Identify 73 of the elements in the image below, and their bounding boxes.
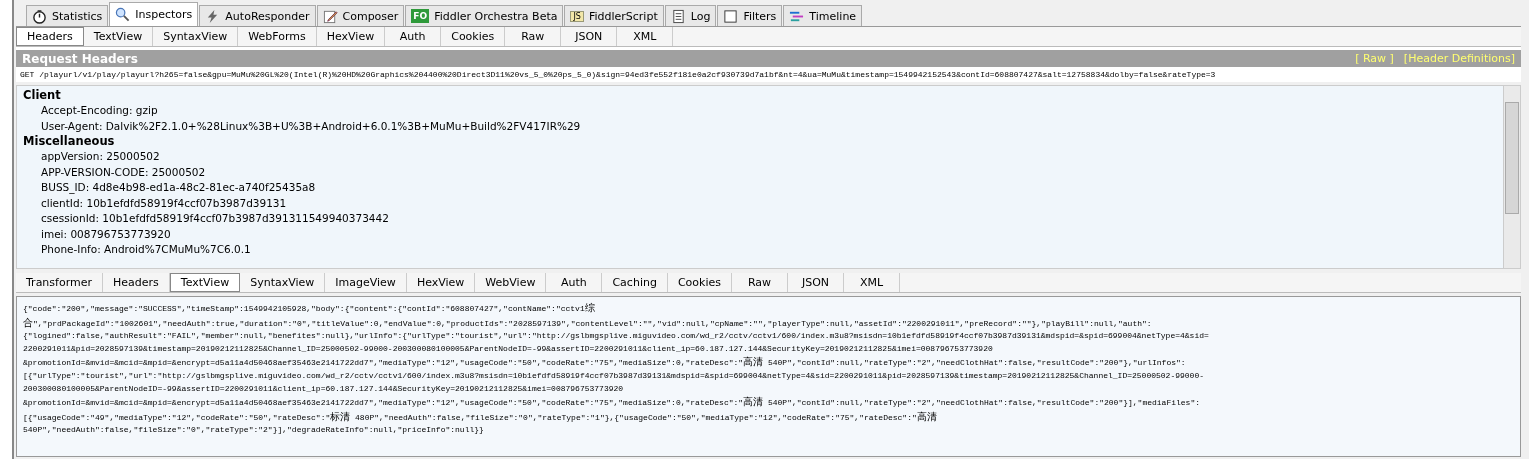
main-tab[interactable]: Timeline	[783, 5, 863, 26]
inspector-tab[interactable]: TextView	[169, 273, 241, 292]
main-tab[interactable]: Composer	[316, 5, 405, 26]
response-text-line: 合","prdPackageId":"1002601","needAuth":true,"duration":"0","titleValue":0,"endValue":0,"productIds":"2028597139","contentLevel":"","vid":null,"cpName":"","playerType":null,"assetId":"2200291011","preRecord":""},"playBill":null,"auth":	[23, 315, 1152, 330]
header-entry: Accept-Encoding: gzip	[40, 103, 159, 118]
inspector-tab[interactable]: WebForms	[238, 27, 317, 46]
scrollbar[interactable]	[1503, 86, 1520, 268]
header-entry: Phone-Info: Android%7CMuMu%7C6.0.1	[40, 242, 252, 257]
header-entry: appVersion: 25000502	[40, 149, 161, 164]
inspector-tab[interactable]: Caching	[602, 273, 668, 292]
document-icon	[670, 8, 686, 24]
inspector-tab[interactable]: Auth	[546, 273, 603, 292]
inspector-tab[interactable]: XML	[843, 273, 900, 292]
response-text-area[interactable]	[16, 296, 1521, 457]
header-group[interactable]: Miscellaneous	[23, 134, 1497, 149]
response-text-line: {"logined":false,"authResult":"FAIL","member":null,"benefites":null},"urlInfo":{"urlType":"tourist","url":"http://gslbmgsplive.miguvideo.com/wd_r2/cctv/cctv1/600/index.m3u8?msisdn=10b1efdfd58919f4ccf07b3987d39131&mdspid=&spid=699004&netType=4&sid=	[23, 330, 1209, 343]
tab-label: Statistics	[52, 9, 103, 23]
main-tab[interactable]: Filters	[717, 5, 783, 26]
response-text-line: &promotionId=&mvid=&mcid=&mpid=&encrypt=d5a11a4d50468aef35463e2141722dd7","mediaType":"12","usageCode":"50","codeRate":"75","mediaSize":0,"rateDesc":"高清 540P","contId":null,"rateType":"2","needClothHat":false,"resultCode":"200"}],"mediaFiles":	[23, 395, 1200, 410]
header-group[interactable]: Client	[23, 88, 1497, 103]
response-text-line: 540P","needAuth":false,"fileSize":"0","rateType":"2"}],"degradeRateInfo":null,"priceInfo":null}}	[23, 424, 484, 437]
response-text-line: {"code":"200","message":"SUCCESS","timeStamp":1549942105928,"body":{"content":{"contId":"608807427","contName":"cctv1综	[23, 301, 595, 315]
response-text-line: &promotionId=&mvid=&mcid=&mpid=&encrypt=d5a11a4d50468aef35463e2141722dd7","mediaType":"12","usageCode":"50","codeRate":"75","mediaSize":0,"rateDesc":"高清 540P","contId":null,"rateType":"2","needClothHat":false,"resultCode":"200"},"urlInfos":	[23, 355, 1186, 370]
inspector-tab[interactable]: Cookies	[667, 273, 732, 292]
inspector-tab[interactable]: HexView	[406, 273, 476, 292]
inspector-tab[interactable]: TextView	[83, 27, 154, 46]
main-tab[interactable]: FO Fiddler Orchestra Beta	[405, 5, 564, 26]
main-tab[interactable]: Statistics	[26, 5, 109, 26]
tab-label: Filters	[743, 9, 777, 23]
inspector-tab[interactable]: Auth	[385, 27, 442, 46]
tab-label: FiddlerScript	[588, 9, 658, 23]
section-title: Request Headers	[22, 51, 138, 66]
tab-label: Fiddler Orchestra Beta	[434, 9, 558, 23]
header-entry: imei: 008796753773920	[40, 226, 172, 242]
header-entry: csessionId: 10b1efdfd58919f4ccf07b3987d391311549940373442	[40, 211, 390, 226]
main-tab[interactable]: JS FiddlerScript	[564, 5, 664, 26]
header-entry: User-Agent: Dalvik%2F2.1.0+%28Linux%3B+U%3B+Android+6.0.1%3B+MuMu+Build%2FV417IR%29	[40, 118, 582, 134]
request-line: GET /playurl/v1/play/playurl?h265=false&gpu=MuMu%20GL%20(Intel(R)%20HD%20Graphics%204400%20Direct3D11%20vs_5_0%20ps_5_0)&sign=94ed3fe552f181e0a2cf930739d7a1bf&nt=4&ua=MuMu&timestamp=1549942152543&contId=608807427&salt=12758834&dolby=false&rateType=3	[19, 69, 1217, 81]
inspector-tab[interactable]: Cookies	[441, 27, 506, 46]
main-tab[interactable]: Inspectors	[109, 2, 199, 26]
tab-label: AutoResponder	[225, 9, 310, 23]
inspector-tab[interactable]: Headers	[103, 273, 170, 292]
inspector-tab[interactable]: ImageView	[325, 273, 407, 292]
orchestra-badge: FO	[411, 9, 430, 23]
inspector-tab[interactable]: WebView	[475, 273, 547, 292]
response-text-line: [{"usageCode":"49","mediaType":"12","codeRate":"50","rateDesc":"标清 480P","needAuth":false,"fileSize":"0","rateType":"1"},{"usageCode":"50","mediaType":"12","codeRate":"75","rateDesc":"高清	[23, 409, 937, 424]
inspector-tab[interactable]: HexView	[316, 27, 386, 46]
inspector-tab[interactable]: Transformer	[16, 273, 103, 292]
magnifier-icon	[115, 7, 131, 22]
stopwatch-icon	[32, 8, 47, 24]
checkbox-icon	[723, 8, 739, 24]
header-entry: BUSS_ID: 4d8e4b98-ed1a-48c2-81ec-a740f25435a8	[40, 180, 317, 196]
response-text-line: 2200291011&pid=2028597139&timestamp=20190212112825&Channel_ID=25000502-99000-200300080100005&ParentNodeID=-99&assertID=2200291011&client_ip=60.187.127.144&SecurityKey=20190212112825&imei=008796753773920	[23, 342, 993, 355]
tab-label: Log	[690, 9, 711, 23]
tab-label: Inspectors	[135, 8, 193, 21]
tab-label: Composer	[342, 9, 399, 23]
script-badge: JS	[570, 10, 584, 22]
inspector-tab[interactable]: Raw	[731, 273, 788, 292]
inspector-tab[interactable]: XML	[617, 27, 674, 46]
inspector-tab[interactable]: SyntaxView	[153, 27, 239, 46]
header-entry: clientId: 10b1efdfd58919f4ccf07b3987d39131	[40, 195, 288, 211]
pencil-icon	[322, 8, 338, 24]
inspector-tab[interactable]: SyntaxView	[240, 273, 326, 292]
inspector-tab[interactable]: JSON	[787, 273, 844, 292]
header-entry: APP-VERSION-CODE: 25000502	[40, 164, 207, 180]
inspector-tab[interactable]: Raw	[505, 27, 562, 46]
response-text-line: 200300080100005&ParentNodeID=-99&assertID=2200291011&client_ip=60.187.127.144&SecurityKey=20190212112825&imei=008796753773920	[23, 382, 624, 395]
main-tab[interactable]: AutoResponder	[199, 5, 316, 26]
inspector-tab[interactable]: Headers	[16, 27, 84, 46]
response-text-line: [{"urlType":"tourist","url":"http://gslbmgsplive.miguvideo.com/wd_r2/cctv/cctv1/600/index.m3u8?msisdn=10b1efdfd58919f4ccf07b3987d39131&mdspid=&spid=699004&netType=4&sid=2200291011&pid=2028597139&timestamp=20190212112825&Channel_ID=25000502-99000-	[23, 369, 1204, 382]
inspector-tab[interactable]: JSON	[561, 27, 618, 46]
tab-label: Timeline	[809, 9, 857, 23]
main-tab[interactable]: Log	[664, 5, 717, 26]
